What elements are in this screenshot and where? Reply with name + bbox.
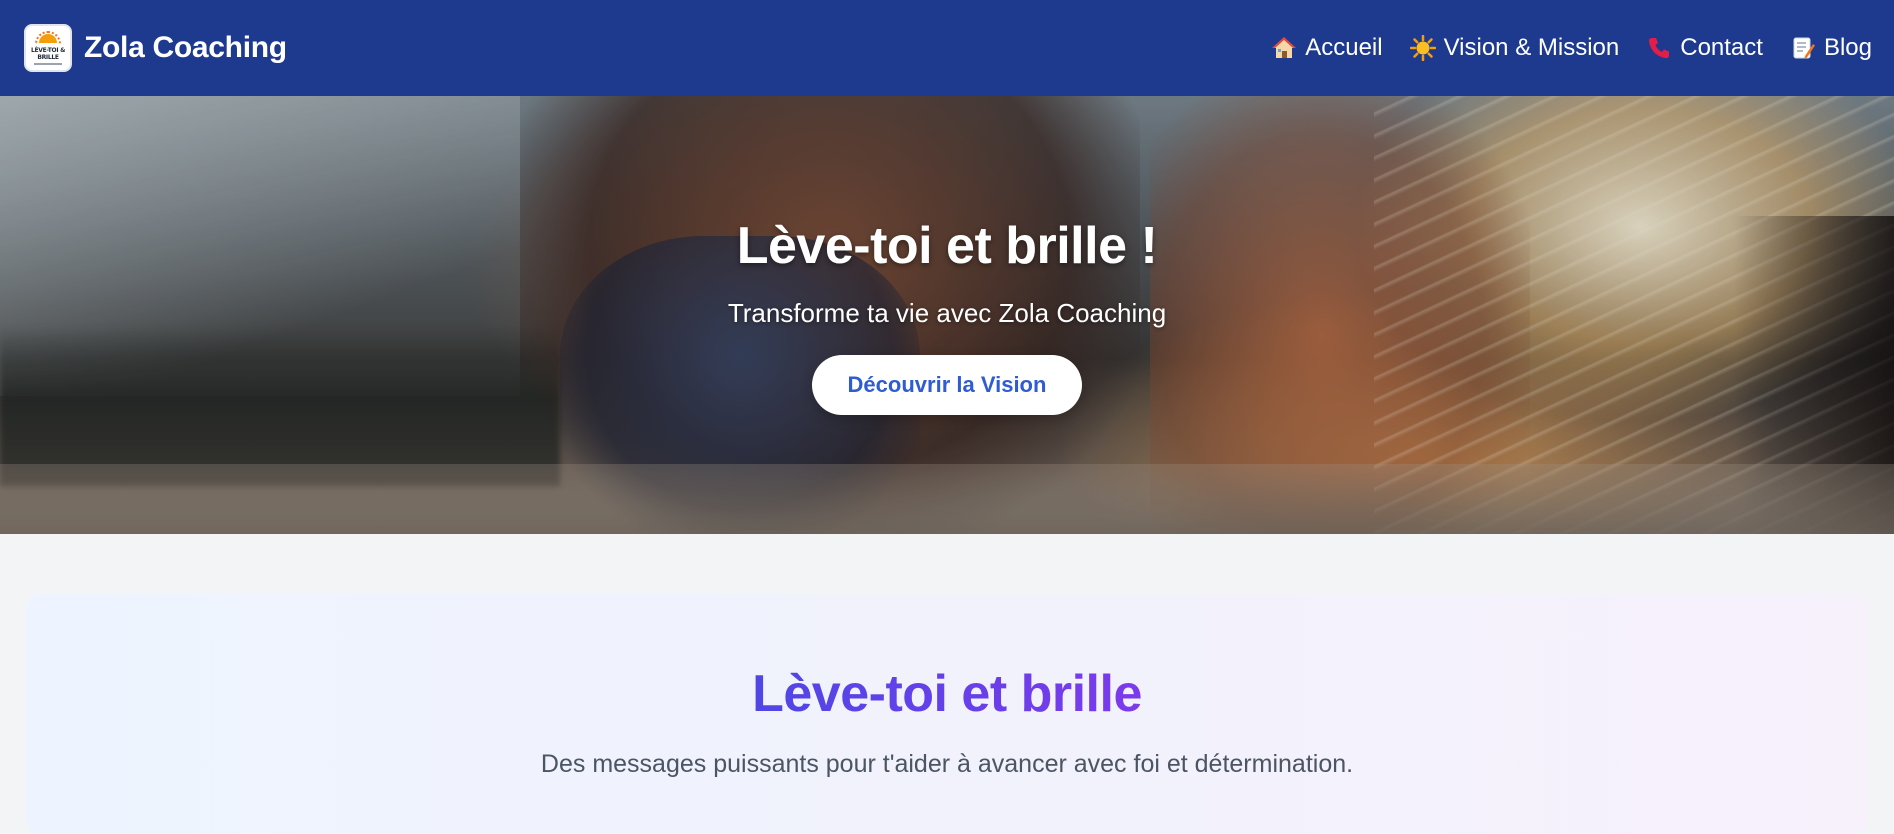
hero-title: Lève-toi et brille ! [736, 217, 1158, 275]
hero-subtitle: Transforme ta vie avec Zola Coaching [727, 298, 1167, 328]
logo-divider [34, 63, 62, 65]
nav-item-label: Vision & Mission [1443, 34, 1620, 61]
nav-item-blog[interactable]: Blog [1790, 34, 1872, 62]
nav-item-accueil[interactable]: Accueil [1271, 34, 1383, 62]
hero-banner: Lève-toi et brille ! Transforme ta vie a… [0, 96, 1894, 534]
brand-logo[interactable]: LÈVE-TOI & BRILLE [24, 24, 72, 72]
top-navbar: LÈVE-TOI & BRILLE Zola Coaching Accueil [0, 0, 1894, 96]
nav-item-label: Contact [1680, 34, 1763, 61]
nav-item-contact[interactable]: Contact [1646, 34, 1763, 62]
nav-item-label: Blog [1823, 34, 1872, 61]
discover-vision-button[interactable]: Découvrir la Vision [811, 355, 1083, 415]
nav-item-vision-mission[interactable]: Vision & Mission [1409, 34, 1620, 62]
house-icon [1272, 37, 1297, 58]
section-description: Des messages puissants pour t'aider à av… [540, 750, 1354, 778]
telephone-icon [1649, 38, 1670, 59]
sun-icon [1409, 35, 1436, 61]
intro-section: Lève-toi et brille Des messages puissant… [26, 594, 1868, 834]
brand-name[interactable]: Zola Coaching [84, 31, 287, 65]
memo-icon [1793, 37, 1815, 59]
logo-text: LÈVE-TOI & BRILLE [30, 47, 66, 61]
nav-item-label: Accueil [1305, 34, 1383, 61]
hero-content: Lève-toi et brille ! Transforme ta vie a… [0, 96, 1894, 534]
section-title: Lève-toi et brille [752, 665, 1142, 723]
brand[interactable]: LÈVE-TOI & BRILLE Zola Coaching [24, 24, 287, 72]
main-nav: Accueil Vision & Mission Contact Blog [1271, 34, 1872, 62]
